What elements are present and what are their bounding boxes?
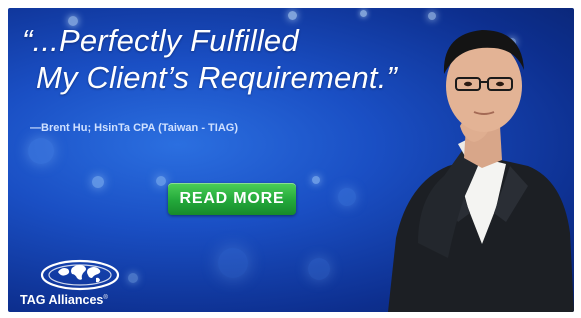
globe-logo-icon bbox=[40, 259, 120, 291]
bokeh-light bbox=[28, 138, 54, 164]
bokeh-light bbox=[360, 10, 367, 17]
bokeh-light bbox=[338, 188, 356, 206]
bokeh-light bbox=[288, 11, 297, 20]
bokeh-light bbox=[218, 248, 248, 278]
person-photo bbox=[388, 30, 574, 312]
tag-alliances-logo[interactable]: TAG Alliances® bbox=[18, 256, 138, 308]
quote-line-2: My Client’s Requirement.” bbox=[36, 60, 398, 95]
quote-attribution: —Brent Hu; HsinTa CPA (Taiwan - TIAG) bbox=[30, 122, 238, 134]
bokeh-light bbox=[308, 258, 330, 280]
bokeh-light bbox=[92, 176, 104, 188]
quote-line-1: “...Perfectly Fulfilled bbox=[22, 23, 299, 58]
promo-banner[interactable]: “...Perfectly Fulfilled My Client’s Requ… bbox=[8, 8, 574, 312]
read-more-button[interactable]: READ MORE bbox=[168, 183, 296, 215]
quote-headline: “...Perfectly Fulfilled My Client’s Requ… bbox=[22, 22, 397, 96]
registered-mark: ® bbox=[103, 294, 108, 301]
bokeh-light bbox=[312, 176, 320, 184]
logo-wordmark: TAG Alliances® bbox=[20, 293, 108, 307]
logo-text: TAG Alliances bbox=[20, 293, 104, 307]
bokeh-light bbox=[156, 176, 166, 186]
